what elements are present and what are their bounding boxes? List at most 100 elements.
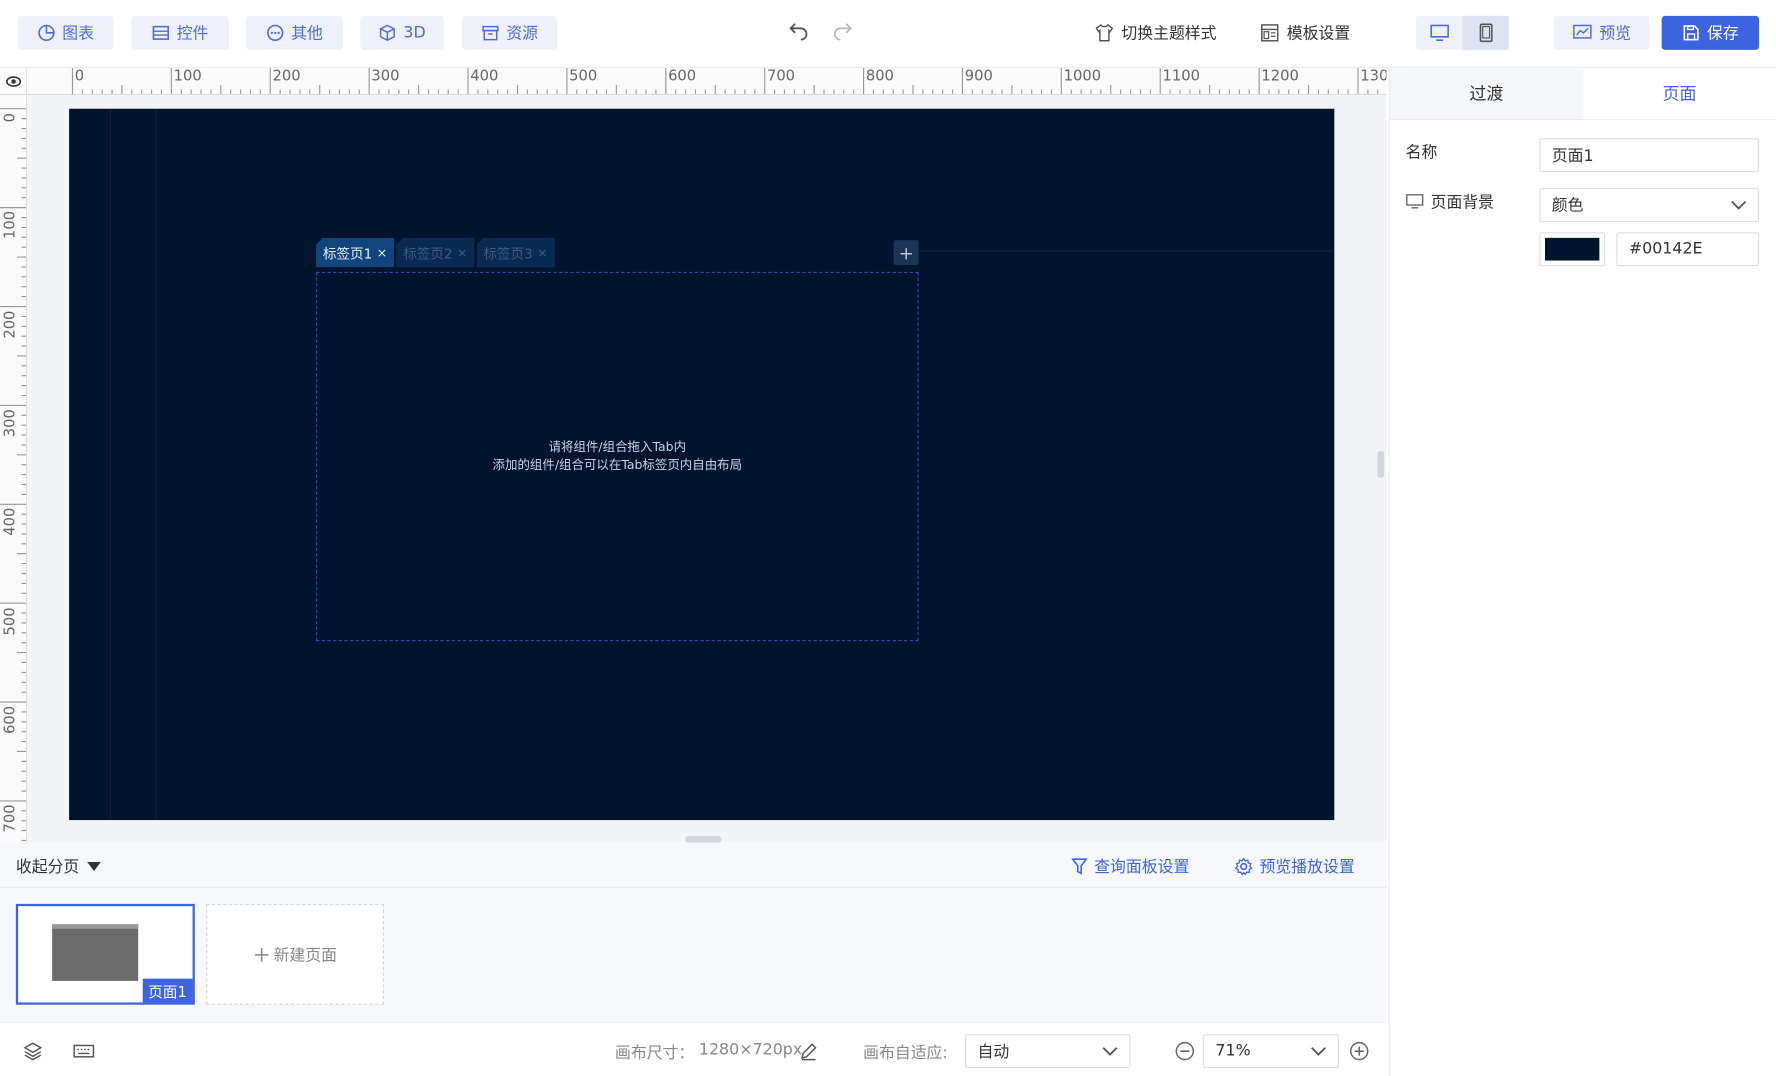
- tab-bar: 标签页1 × 标签页2 × 标签页3 ×: [316, 236, 555, 270]
- query-panel-settings-label: 查询面板设置: [1094, 858, 1190, 877]
- ruler-h-label: 500: [569, 67, 598, 85]
- tab-hint-line-2: 添加的组件/组合可以在Tab标签页内自由布局: [492, 457, 743, 473]
- desktop-view-button[interactable]: [1416, 16, 1462, 50]
- preview-play-settings-label: 预览播放设置: [1259, 858, 1355, 877]
- canvas-guide-line: [109, 108, 112, 821]
- layers-icon: [23, 1042, 43, 1061]
- pie-chart-icon: [38, 24, 55, 42]
- filter-icon: [1071, 858, 1088, 875]
- collapse-pages-button[interactable]: 收起分页: [16, 855, 102, 878]
- layers-button[interactable]: [23, 1041, 43, 1061]
- page-canvas[interactable]: 标签页1 × 标签页2 × 标签页3 × + 请将组件/组合拖入Tab内 添加的…: [69, 108, 1335, 821]
- new-page-button[interactable]: 新建页面: [206, 903, 384, 1005]
- ruler-h-label: 600: [668, 67, 697, 85]
- zoom-in-icon: [1350, 1041, 1369, 1061]
- page-name-input[interactable]: 页面1: [1539, 138, 1760, 173]
- query-panel-settings-button[interactable]: 查询面板设置: [1071, 855, 1190, 878]
- caret-down-icon: [87, 861, 101, 872]
- chevron-down-icon: [1311, 1047, 1326, 1056]
- background-color-input[interactable]: #00142E: [1616, 232, 1760, 267]
- preview-play-settings-button[interactable]: 预览播放设置: [1234, 855, 1355, 878]
- zoom-out-button[interactable]: [1175, 1041, 1195, 1061]
- redo-icon: [833, 23, 852, 41]
- preview-button[interactable]: 预览: [1554, 15, 1650, 50]
- panel-resize-handle[interactable]: [1377, 450, 1385, 478]
- chevron-down-icon: [1731, 200, 1747, 210]
- page-thumbnail-1[interactable]: 页面1: [15, 903, 195, 1005]
- chart-button[interactable]: 图表: [18, 15, 114, 50]
- ruler-v-label: 300: [2, 408, 20, 438]
- tab-3[interactable]: 标签页3 ×: [476, 237, 555, 268]
- ruler-v-label: 0: [2, 112, 20, 123]
- mobile-view-button[interactable]: [1462, 15, 1509, 50]
- color-swatch-fill: [1545, 237, 1600, 261]
- tab-hint-line-1: 请将组件/组合拖入Tab内: [548, 439, 687, 455]
- tab-widget[interactable]: 标签页1 × 标签页2 × 标签页3 × + 请将组件/组合拖入Tab内 添加的…: [316, 236, 919, 642]
- resource-label: 资源: [506, 24, 539, 44]
- tab-1-close-icon[interactable]: ×: [377, 245, 387, 260]
- tab-transition[interactable]: 过渡: [1389, 67, 1583, 119]
- page-thumbnail-preview: [52, 924, 139, 981]
- tab-drop-hint: 请将组件/组合拖入Tab内 添加的组件/组合可以在Tab标签页内自由布局: [317, 438, 917, 474]
- ruler-h-label: 1100: [1162, 67, 1200, 85]
- switch-theme-label: 切换主题样式: [1121, 24, 1217, 44]
- undo-button[interactable]: [784, 18, 813, 47]
- zoom-in-button[interactable]: [1349, 1041, 1369, 1061]
- ruler-h-label: 100: [173, 67, 202, 85]
- background-type-select[interactable]: 颜色: [1539, 188, 1760, 223]
- canvas-guide-line: [918, 250, 1335, 252]
- archive-icon: [482, 25, 499, 41]
- more-circle-icon: [267, 24, 284, 42]
- other-button[interactable]: 其他: [245, 15, 344, 50]
- plus-icon: [254, 947, 268, 962]
- top-toolbar: 图表 控件 其他 3D 资源 切换主题样式 模板设置 预览 保存: [0, 0, 1776, 68]
- canvas-adapt-label: 画布自适应:: [863, 1044, 948, 1063]
- keyboard-shortcuts-button[interactable]: [72, 1041, 95, 1061]
- tab-3-close-icon[interactable]: ×: [537, 245, 547, 260]
- tab-1[interactable]: 标签页1 ×: [316, 237, 395, 268]
- preview-label: 预览: [1599, 24, 1632, 44]
- tab-2-close-icon[interactable]: ×: [457, 245, 467, 260]
- widget-button[interactable]: 控件: [131, 15, 229, 50]
- app-root: 图表 控件 其他 3D 资源 切换主题样式 模板设置 预览 保存 0 100 2…: [0, 0, 1776, 1076]
- tab-content-area[interactable]: 请将组件/组合拖入Tab内 添加的组件/组合可以在Tab标签页内自由布局: [316, 271, 919, 642]
- canvas-adapt-value: 自动: [977, 1043, 1010, 1062]
- page-name-value: 页面1: [1551, 147, 1594, 166]
- ruler-h-label: 1200: [1261, 67, 1299, 85]
- phone-icon: [1479, 23, 1492, 43]
- resource-button[interactable]: 资源: [462, 15, 558, 50]
- zoom-select[interactable]: 71%: [1202, 1034, 1339, 1069]
- floppy-icon: [1683, 25, 1699, 41]
- add-tab-button[interactable]: +: [893, 240, 919, 266]
- widget-label: 控件: [176, 24, 209, 44]
- 3d-button[interactable]: 3D: [360, 15, 445, 50]
- canvas-resize-handle[interactable]: [685, 835, 722, 843]
- switch-theme-button[interactable]: 切换主题样式: [1094, 16, 1217, 50]
- ruler-v-label: 400: [2, 507, 20, 536]
- canvas-adapt-select[interactable]: 自动: [965, 1034, 1131, 1069]
- vertical-ruler[interactable]: 0 100 200 300 400 500 600 700: [0, 95, 28, 843]
- tab-2-label: 标签页2: [403, 245, 453, 262]
- page-thumbnail-label: 页面1: [142, 978, 193, 1003]
- tab-2[interactable]: 标签页2 ×: [396, 237, 475, 268]
- widget-icon: [152, 25, 169, 40]
- name-label: 名称: [1406, 140, 1438, 163]
- redo-button[interactable]: [828, 18, 857, 47]
- eye-icon: [5, 75, 21, 87]
- ruler-h-label: 1000: [1063, 67, 1102, 85]
- horizontal-ruler[interactable]: 0 100 200 300 400 500 600 700 800 900 1000 1100 1200…: [27, 67, 1387, 96]
- monitor-icon: [1429, 24, 1449, 42]
- edit-canvas-size-button[interactable]: [799, 1041, 819, 1061]
- ruler-visibility-toggle[interactable]: [0, 67, 28, 96]
- background-color-swatch[interactable]: [1539, 232, 1606, 267]
- gear-icon: [1234, 857, 1253, 876]
- page-background-label: 页面背景: [1406, 190, 1494, 213]
- shirt-icon: [1095, 23, 1114, 42]
- save-button[interactable]: 保存: [1661, 15, 1760, 50]
- ruler-h-label: 800: [865, 67, 894, 85]
- tab-page[interactable]: 页面: [1582, 67, 1776, 119]
- undo-icon: [789, 23, 808, 41]
- zoom-out-icon: [1175, 1041, 1195, 1061]
- template-settings-button[interactable]: 模板设置: [1260, 16, 1350, 50]
- property-tabs: 过渡 页面: [1389, 67, 1776, 121]
